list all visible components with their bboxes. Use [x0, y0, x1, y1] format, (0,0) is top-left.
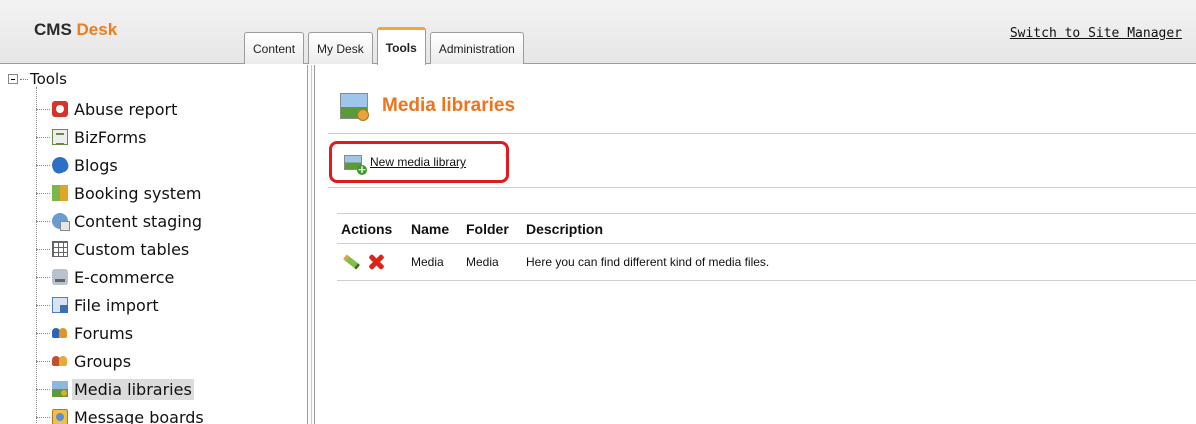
- tree-item-file-import[interactable]: File import: [36, 291, 206, 319]
- tree-connector: [36, 192, 50, 194]
- cell-description: Here you can find different kind of medi…: [526, 255, 770, 269]
- cell-folder: Media: [466, 255, 499, 269]
- column-header-description: Description: [526, 220, 604, 237]
- cell-name: Media: [411, 255, 444, 269]
- tree-item-bizforms[interactable]: BizForms: [36, 123, 206, 151]
- new-media-library-icon[interactable]: [344, 154, 367, 175]
- custom-tables-icon: [52, 241, 68, 257]
- tree-item-custom-tables[interactable]: Custom tables: [36, 235, 206, 263]
- column-header-actions: Actions: [341, 220, 393, 237]
- switch-to-site-manager-link[interactable]: Switch to Site Manager: [1010, 26, 1182, 41]
- tree-item-message-boards[interactable]: Message boards: [36, 403, 206, 424]
- tab-my-desk[interactable]: My Desk: [308, 32, 373, 64]
- grid-header: Actions Name Folder Description: [337, 214, 1196, 244]
- content-staging-icon: [52, 213, 70, 231]
- groups-icon: [52, 353, 68, 369]
- tree-item-abuse-report[interactable]: Abuse report: [36, 95, 206, 123]
- e-commerce-icon: [52, 269, 68, 285]
- divider: [328, 187, 1196, 188]
- tree-item-label: Content staging: [74, 211, 203, 231]
- tree-connector: [36, 220, 50, 222]
- tree-root: Tools: [8, 69, 67, 89]
- tree-item-label: Message boards: [74, 407, 204, 424]
- new-media-library-action: New media library: [329, 141, 509, 183]
- tree-item-e-commerce[interactable]: E-commerce: [36, 263, 206, 291]
- media-libraries-grid: Actions Name Folder Description Media Me…: [337, 213, 1196, 281]
- tree-item-booking-system[interactable]: Booking system: [36, 179, 206, 207]
- tree-connector: [36, 136, 50, 138]
- media-libraries-icon: [340, 93, 369, 121]
- table-row: Media Media Here you can find different …: [337, 244, 1196, 281]
- logo-cms-text: CMS: [34, 20, 72, 39]
- tree-item-label: Abuse report: [74, 99, 178, 119]
- tab-administration[interactable]: Administration: [429, 32, 524, 64]
- page-header: Media libraries: [340, 93, 516, 121]
- bizforms-icon: [52, 129, 68, 145]
- tree-connector: [36, 332, 50, 334]
- delete-icon[interactable]: [367, 253, 385, 271]
- media-libraries-icon: [52, 381, 68, 397]
- booking-system-icon: [52, 185, 68, 201]
- edit-icon[interactable]: [341, 253, 361, 271]
- tree-item-content-staging[interactable]: Content staging: [36, 207, 206, 235]
- tree-root-label[interactable]: Tools: [30, 70, 67, 88]
- tree-connector: [36, 108, 50, 110]
- tree-item-groups[interactable]: Groups: [36, 347, 206, 375]
- tree-item-forums[interactable]: Forums: [36, 319, 206, 347]
- collapse-icon[interactable]: [8, 74, 18, 84]
- tree-connector: [36, 248, 50, 250]
- forums-icon: [52, 325, 68, 341]
- tree-item-label: E-commerce: [74, 267, 175, 287]
- tree-item-blogs[interactable]: Blogs: [36, 151, 206, 179]
- tree-item-label: BizForms: [74, 127, 147, 147]
- app-header: CMS Desk Content My Desk Tools Administr…: [0, 0, 1196, 65]
- tree-connector: [36, 304, 50, 306]
- tab-tools[interactable]: Tools: [376, 27, 426, 65]
- abuse-report-icon: [52, 101, 68, 117]
- tree-connector: [36, 276, 50, 278]
- blogs-icon: [49, 154, 71, 176]
- tree-item-label: File import: [74, 295, 159, 315]
- new-media-library-link[interactable]: New media library: [370, 155, 466, 169]
- logo-desk-text: Desk: [76, 20, 118, 39]
- tree-item-label: Booking system: [74, 183, 202, 203]
- tree-item-label: Groups: [74, 351, 132, 371]
- tree-connector: [36, 360, 50, 362]
- main-content: Media libraries New media library Action…: [316, 65, 1196, 424]
- message-boards-icon: [52, 409, 68, 424]
- divider: [328, 133, 1196, 134]
- tree-item-label: Media libraries: [72, 378, 194, 400]
- tree-item-media-libraries[interactable]: Media libraries: [36, 375, 206, 403]
- tools-tree: Tools Abuse report BizForms Blogs Bookin…: [0, 65, 307, 424]
- cms-desk-logo: CMS Desk: [34, 20, 117, 40]
- page-title: Media libraries: [382, 95, 516, 116]
- tree-item-label: Forums: [74, 323, 134, 343]
- tree-list: Abuse report BizForms Blogs Booking syst…: [36, 95, 206, 424]
- main-tabs: Content My Desk Tools Administration: [244, 22, 528, 65]
- row-actions: [337, 253, 408, 271]
- tree-connector: [36, 164, 50, 166]
- tree-connector: [20, 78, 28, 80]
- tree-connector: [36, 416, 50, 418]
- pane-splitter[interactable]: [307, 65, 315, 424]
- tree-connector: [36, 388, 50, 390]
- tree-item-label: Custom tables: [74, 239, 190, 259]
- column-header-name: Name: [411, 220, 450, 237]
- column-header-folder: Folder: [466, 220, 509, 237]
- file-import-icon: [52, 297, 68, 313]
- tab-content[interactable]: Content: [244, 32, 305, 64]
- tree-item-label: Blogs: [74, 155, 118, 175]
